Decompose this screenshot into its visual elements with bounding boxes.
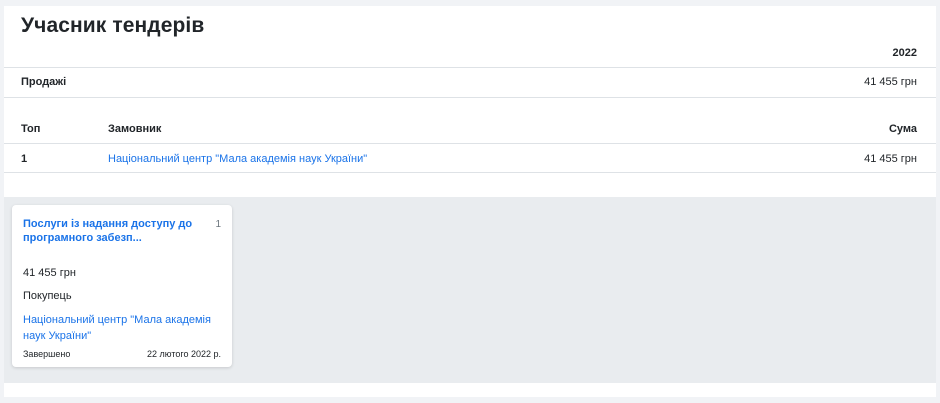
- row-rank: 1: [21, 153, 28, 165]
- page-title: Учасник тендерів: [21, 14, 205, 37]
- tender-customer-link[interactable]: Національний центр "Мала академія наук У…: [23, 312, 223, 344]
- tender-count: 1: [215, 219, 221, 230]
- customer-column-header: Замовник: [108, 123, 162, 135]
- sum-column-header: Сума: [888, 123, 917, 135]
- year-column-header: 2022: [892, 47, 917, 59]
- row-sum: 41 455 грн: [864, 153, 917, 165]
- divider: [4, 67, 936, 68]
- tender-title-link[interactable]: Послуги із надання доступу до програмног…: [23, 217, 198, 245]
- sales-value: 41 455 грн: [864, 76, 917, 88]
- tender-amount: 41 455 грн: [23, 267, 76, 279]
- divider: [4, 97, 936, 98]
- divider: [4, 172, 936, 173]
- tender-card: Послуги із надання доступу до програмног…: [12, 205, 232, 367]
- rank-column-header: Топ: [21, 123, 41, 135]
- tender-date: 22 лютого 2022 р.: [147, 349, 221, 359]
- participant-panel: Учасник тендерів 2022 Продажі 41 455 грн…: [4, 6, 936, 397]
- sales-label: Продажі: [21, 76, 67, 88]
- tender-status: Завершено: [23, 349, 71, 359]
- divider: [4, 143, 936, 144]
- row-customer-link[interactable]: Національний центр "Мала академія наук У…: [108, 153, 367, 165]
- tender-cards-area: Послуги із надання доступу до програмног…: [4, 197, 936, 383]
- tender-role: Покупець: [23, 290, 72, 302]
